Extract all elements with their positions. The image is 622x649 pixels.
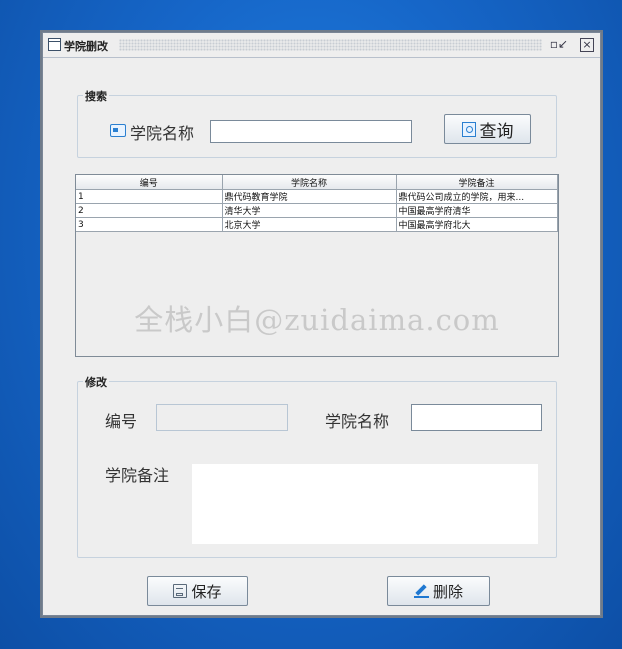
edit-group-title: 修改	[83, 374, 109, 390]
edit-college-remark-textarea[interactable]	[192, 464, 538, 544]
delete-button-label: 删除	[432, 582, 463, 601]
close-icon[interactable]: ×	[580, 38, 594, 52]
table-cell: 中国最高学府北大	[396, 217, 558, 232]
table-cell: 清华大学	[222, 203, 397, 218]
save-button[interactable]: 保存	[147, 576, 248, 606]
search-button-label: 查询	[479, 121, 514, 142]
table-row[interactable]: 3 北京大学 中国最高学府北大	[76, 217, 558, 232]
table-cell: 鼎代码教育学院	[222, 189, 397, 204]
internal-frame-window: 学院删改 ▫↙ × 搜索 学院名称 查询 编号 学院名称 学院备注 1 鼎代码教…	[42, 32, 601, 616]
column-header-id[interactable]: 编号	[76, 175, 223, 190]
table-cell: 2	[76, 203, 223, 218]
table-cell: 中国最高学府清华	[396, 203, 558, 218]
search-group-title: 搜索	[83, 88, 109, 104]
table-cell: 鼎代码公司成立的学院，用来...	[396, 189, 558, 204]
title-bar-pattern	[119, 39, 542, 51]
form-icon	[110, 124, 126, 137]
pencil-icon	[413, 584, 429, 598]
window-icon	[48, 38, 61, 51]
watermark-text: 全栈小白@zuidaima.com	[134, 303, 500, 337]
table-cell: 北京大学	[222, 217, 397, 232]
table-cell: 1	[76, 189, 223, 204]
college-table[interactable]: 编号 学院名称 学院备注 1 鼎代码教育学院 鼎代码公司成立的学院，用来... …	[75, 174, 559, 357]
table-cell: 3	[76, 217, 223, 232]
edit-id-field[interactable]	[156, 404, 288, 431]
edit-college-name-input[interactable]	[411, 404, 542, 431]
edit-college-name-label: 学院名称	[325, 412, 390, 431]
college-table-grid: 编号 学院名称 学院备注 1 鼎代码教育学院 鼎代码公司成立的学院，用来... …	[76, 175, 558, 232]
search-group: 搜索 学院名称 查询	[77, 88, 557, 158]
edit-college-remark-label: 学院备注	[105, 466, 170, 485]
edit-id-label: 编号	[105, 412, 138, 431]
restore-icon[interactable]: ▫↙	[550, 37, 568, 51]
title-bar[interactable]: 学院删改 ▫↙ ×	[43, 33, 600, 58]
search-college-name-label: 学院名称	[130, 124, 195, 143]
search-icon	[461, 121, 476, 137]
save-icon	[173, 584, 188, 598]
search-college-name-input[interactable]	[210, 120, 412, 143]
search-button[interactable]: 查询	[444, 114, 531, 144]
delete-button[interactable]: 删除	[387, 576, 490, 606]
table-row[interactable]: 1 鼎代码教育学院 鼎代码公司成立的学院，用来...	[76, 189, 558, 204]
window-title: 学院删改	[64, 38, 111, 54]
table-row[interactable]: 2 清华大学 中国最高学府清华	[76, 203, 558, 218]
column-header-college-name[interactable]: 学院名称	[222, 175, 397, 190]
column-header-college-remark[interactable]: 学院备注	[396, 175, 558, 190]
table-header-row: 编号 学院名称 学院备注	[76, 175, 558, 190]
edit-group: 修改 编号 学院名称 学院备注	[77, 374, 557, 558]
save-button-label: 保存	[191, 582, 222, 601]
